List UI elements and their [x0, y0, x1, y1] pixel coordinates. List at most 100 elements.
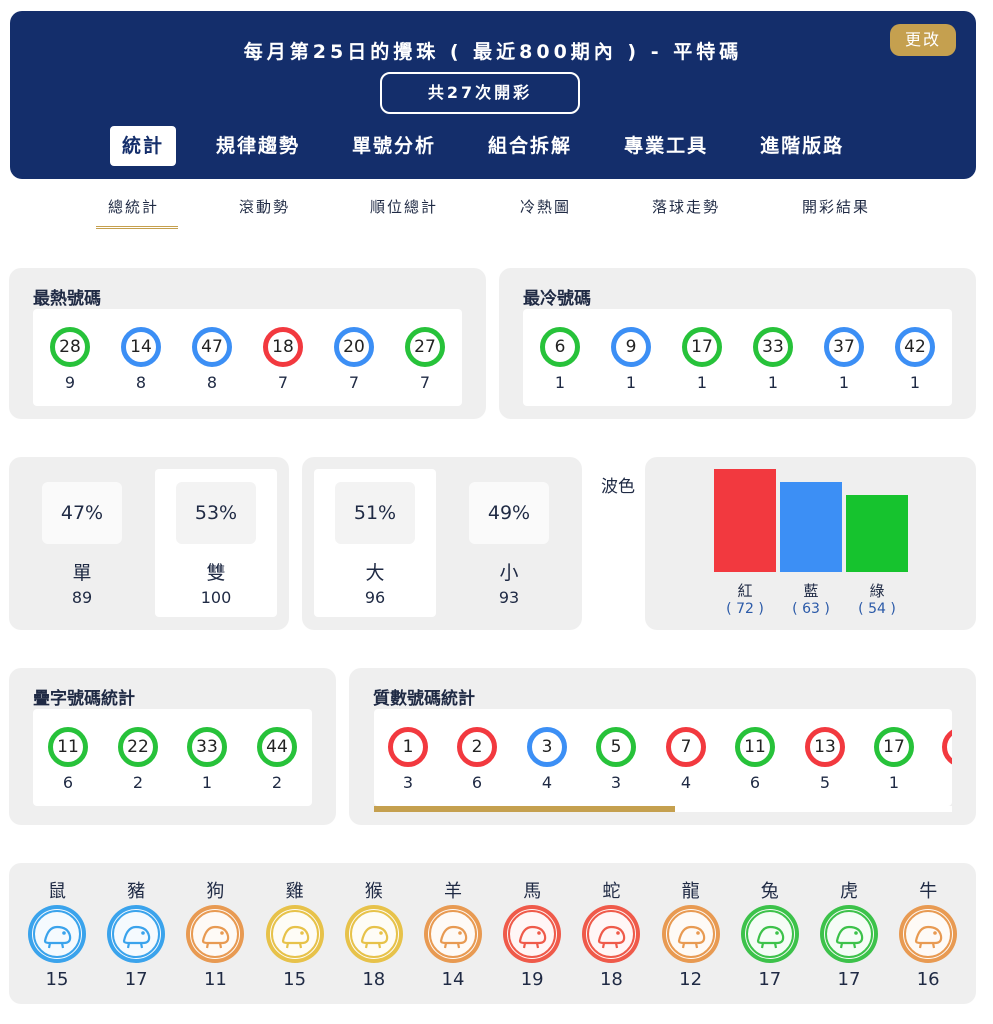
zodiac-item: 蛇 18 — [576, 877, 646, 990]
ball-item: 33 1 — [185, 727, 229, 792]
ball-count: 8 — [135, 373, 147, 392]
ball-count: 6 — [62, 773, 74, 792]
tab-single-analysis[interactable]: 單號分析 — [340, 126, 448, 166]
ball-count: 6 — [471, 773, 483, 792]
even-stat: 53% 雙 100 — [155, 469, 277, 617]
rooster-icon — [264, 903, 326, 965]
subtab-position[interactable]: 順位總計 — [370, 196, 438, 217]
number-ball: 20 — [334, 327, 374, 367]
ball-item: 26 — [455, 727, 499, 792]
number-ball: 28 — [50, 327, 90, 367]
number-ball: 6 — [540, 327, 580, 367]
number-ball: 37 — [824, 327, 864, 367]
ball-item: 33 1 — [751, 327, 795, 392]
ball-item: 13 5 — [803, 727, 847, 792]
even-label: 雙 — [206, 562, 226, 584]
subtab-rolling[interactable]: 滾動勢 — [239, 196, 290, 217]
even-percent: 53% — [176, 482, 256, 544]
ball-item-partial — [940, 727, 952, 767]
zodiac-name: 鼠 — [48, 881, 66, 902]
ball-count: 3 — [610, 773, 622, 792]
number-ball — [942, 727, 952, 767]
zodiac-item: 龍 12 — [656, 877, 726, 990]
zodiac-count: 17 — [837, 969, 861, 990]
subtab-results[interactable]: 開彩結果 — [802, 196, 870, 217]
tab-combination[interactable]: 組合拆解 — [476, 126, 584, 166]
pig-icon — [105, 903, 167, 965]
snake-icon — [580, 903, 642, 965]
small-percent: 49% — [469, 482, 549, 544]
ball-item: 11 6 — [46, 727, 90, 792]
ball-count: 8 — [206, 373, 218, 392]
tab-trend[interactable]: 規律趨勢 — [204, 126, 312, 166]
big-percent: 51% — [335, 482, 415, 544]
goat-icon — [422, 903, 484, 965]
ball-count: 1 — [201, 773, 213, 792]
wave-bar-value: ( 72 ) — [726, 601, 764, 617]
subtab-total[interactable]: 總統計 — [108, 196, 159, 217]
number-ball: 11 — [48, 727, 88, 767]
zodiac-count: 17 — [124, 969, 148, 990]
number-ball: 33 — [753, 327, 793, 367]
ball-count: 2 — [271, 773, 283, 792]
prime-numbers-panel: 質數號碼統計 13 26 34 53 74 11 6 13 5 17 1 — [349, 668, 976, 825]
ball-count: 5 — [819, 773, 831, 792]
repeat-numbers-card: 11 6 22 2 33 1 44 2 — [33, 709, 312, 806]
zodiac-name: 馬 — [523, 881, 542, 902]
sub-tabs: 總統計 滾動勢 順位總計 冷熱圖 落球走勢 開彩結果 — [0, 196, 993, 236]
zodiac-count: 18 — [599, 969, 623, 990]
ball-count: 6 — [749, 773, 761, 792]
ball-item: 42 1 — [893, 327, 937, 392]
ball-item: 13 — [386, 727, 430, 792]
wave-bar — [780, 482, 842, 572]
wave-bar-value: ( 54 ) — [858, 601, 896, 617]
number-ball: 13 — [805, 727, 845, 767]
ball-item: 34 — [525, 727, 569, 792]
subtab-fall-trend[interactable]: 落球走勢 — [652, 196, 720, 217]
rat-icon — [26, 903, 88, 965]
horse-icon — [501, 903, 563, 965]
zodiac-count: 15 — [283, 969, 307, 990]
odd-label: 單 — [72, 562, 92, 584]
draw-count-badge: 共27次開彩 — [380, 72, 580, 114]
zodiac-name: 羊 — [444, 881, 462, 902]
main-tabs: 統計 規律趨勢 單號分析 組合拆解 專業工具 進階版路 — [110, 126, 884, 166]
ball-count: 7 — [348, 373, 360, 392]
subtab-heatmap[interactable]: 冷熱圖 — [520, 196, 571, 217]
tab-advanced[interactable]: 進階版路 — [748, 126, 856, 166]
rabbit-icon — [739, 903, 801, 965]
zodiac-name: 蛇 — [602, 881, 621, 902]
zodiac-name: 雞 — [285, 881, 304, 902]
tab-pro-tools[interactable]: 專業工具 — [612, 126, 720, 166]
ball-count: 2 — [132, 773, 144, 792]
repeat-numbers-panel: 疊字號碼統計 11 6 22 2 33 1 44 2 — [9, 668, 336, 825]
big-label: 大 — [365, 562, 385, 584]
ball-count: 4 — [680, 773, 692, 792]
zodiac-name: 狗 — [206, 881, 225, 902]
ball-item: 27 7 — [403, 327, 447, 392]
change-button[interactable]: 更改 — [890, 24, 956, 56]
hot-numbers-panel: 最熱號碼 28 9 14 8 47 8 18 7 20 7 27 7 — [9, 268, 486, 419]
zodiac-count: 12 — [679, 969, 703, 990]
header-bar: 每月第25日的攪珠 ( 最近800期內 ) - 平特碼 更改 共27次開彩 統計… — [10, 11, 976, 179]
cold-numbers-panel: 最冷號碼 61 91 17 1 33 1 37 1 42 1 — [499, 268, 976, 419]
prime-scrollbar[interactable] — [374, 806, 952, 812]
zodiac-item: 狗 11 — [180, 877, 250, 990]
wave-bar-chart: 紅( 72 ) 藍( 63 ) 綠( 54 ) — [645, 457, 976, 630]
tab-stats[interactable]: 統計 — [110, 126, 177, 166]
zodiac-item: 牛 16 — [893, 877, 963, 990]
ball-item: 74 — [664, 727, 708, 792]
prime-numbers-card[interactable]: 13 26 34 53 74 11 6 13 5 17 1 — [374, 709, 952, 806]
ball-count: 1 — [625, 373, 637, 392]
ball-count: 3 — [402, 773, 414, 792]
number-ball: 2 — [457, 727, 497, 767]
ball-item: 44 2 — [255, 727, 299, 792]
ball-count: 7 — [277, 373, 289, 392]
prime-scrollbar-thumb[interactable] — [374, 806, 675, 812]
number-ball: 17 — [682, 327, 722, 367]
hot-numbers-card: 28 9 14 8 47 8 18 7 20 7 27 7 — [33, 309, 462, 406]
wave-color-panel: 紅( 72 ) 藍( 63 ) 綠( 54 ) — [645, 457, 976, 630]
number-ball: 14 — [121, 327, 161, 367]
zodiac-name: 豬 — [127, 881, 146, 902]
cold-numbers-title: 最冷號碼 — [523, 289, 591, 309]
